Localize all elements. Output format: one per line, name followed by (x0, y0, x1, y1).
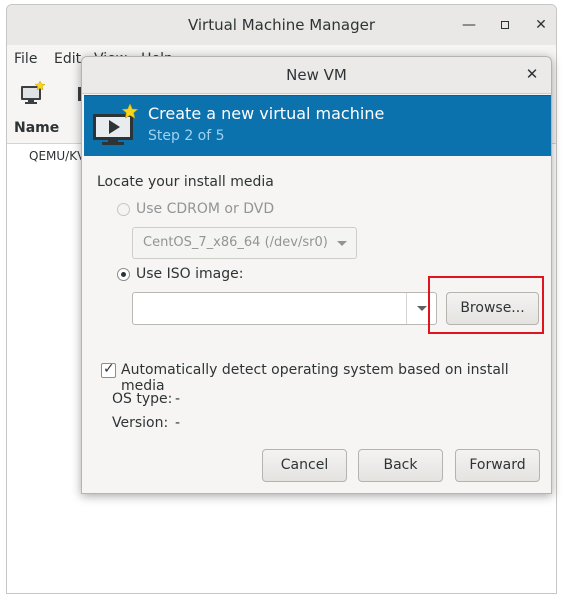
cdrom-device-select[interactable]: CentOS_7_x86_64 (/dev/sr0) (132, 227, 357, 259)
maximize-icon[interactable] (495, 15, 515, 35)
forward-button[interactable]: Forward (455, 449, 540, 482)
cancel-button[interactable]: Cancel (262, 449, 347, 482)
dialog-titlebar: New VM ✕ (82, 57, 551, 94)
menu-file[interactable]: File (14, 51, 37, 67)
version-value: - (175, 415, 181, 431)
dialog-title: New VM (286, 66, 347, 84)
os-type-value: - (175, 391, 181, 407)
radio-selected-dot (121, 272, 126, 277)
close-icon[interactable]: ✕ (531, 15, 551, 35)
auto-detect-label: Automatically detect operating system ba… (121, 362, 509, 394)
install-media-label: Locate your install media (97, 174, 274, 190)
wizard-banner: Create a new virtual machine Step 2 of 5 (84, 95, 551, 156)
cdrom-radio-label: Use CDROM or DVD (136, 201, 275, 217)
dialog-close-icon[interactable]: ✕ (523, 65, 541, 83)
new-vm-toolbar-button[interactable] (20, 80, 46, 109)
monitor-star-icon (21, 80, 46, 104)
main-titlebar: Virtual Machine Manager — ✕ (7, 5, 556, 46)
new-vm-banner-icon (92, 103, 140, 150)
iso-radio-label: Use ISO image: (136, 266, 244, 282)
version-label: Version: (112, 415, 169, 431)
cdrom-device-value: CentOS_7_x86_64 (/dev/sr0) (143, 235, 328, 250)
minimize-icon[interactable]: — (459, 15, 479, 35)
auto-detect-checkbox[interactable]: ✓ (101, 361, 116, 378)
os-type-label: OS type: (112, 391, 173, 407)
iso-path-combo (132, 292, 437, 325)
chevron-down-icon (337, 241, 347, 246)
new-vm-dialog: New VM ✕ Create a new virtual machine St… (81, 56, 552, 494)
banner-step: Step 2 of 5 (148, 128, 225, 144)
menu-edit[interactable]: Edit (54, 51, 81, 67)
checkmark-icon: ✓ (103, 361, 115, 377)
iso-path-input[interactable] (133, 293, 405, 324)
list-header-name: Name (14, 120, 60, 136)
cdrom-radio[interactable] (117, 203, 130, 216)
chevron-down-icon (417, 306, 427, 311)
banner-title: Create a new virtual machine (148, 104, 385, 123)
back-button[interactable]: Back (358, 449, 443, 482)
highlight-annotation (428, 276, 544, 334)
iso-radio[interactable] (117, 268, 130, 281)
